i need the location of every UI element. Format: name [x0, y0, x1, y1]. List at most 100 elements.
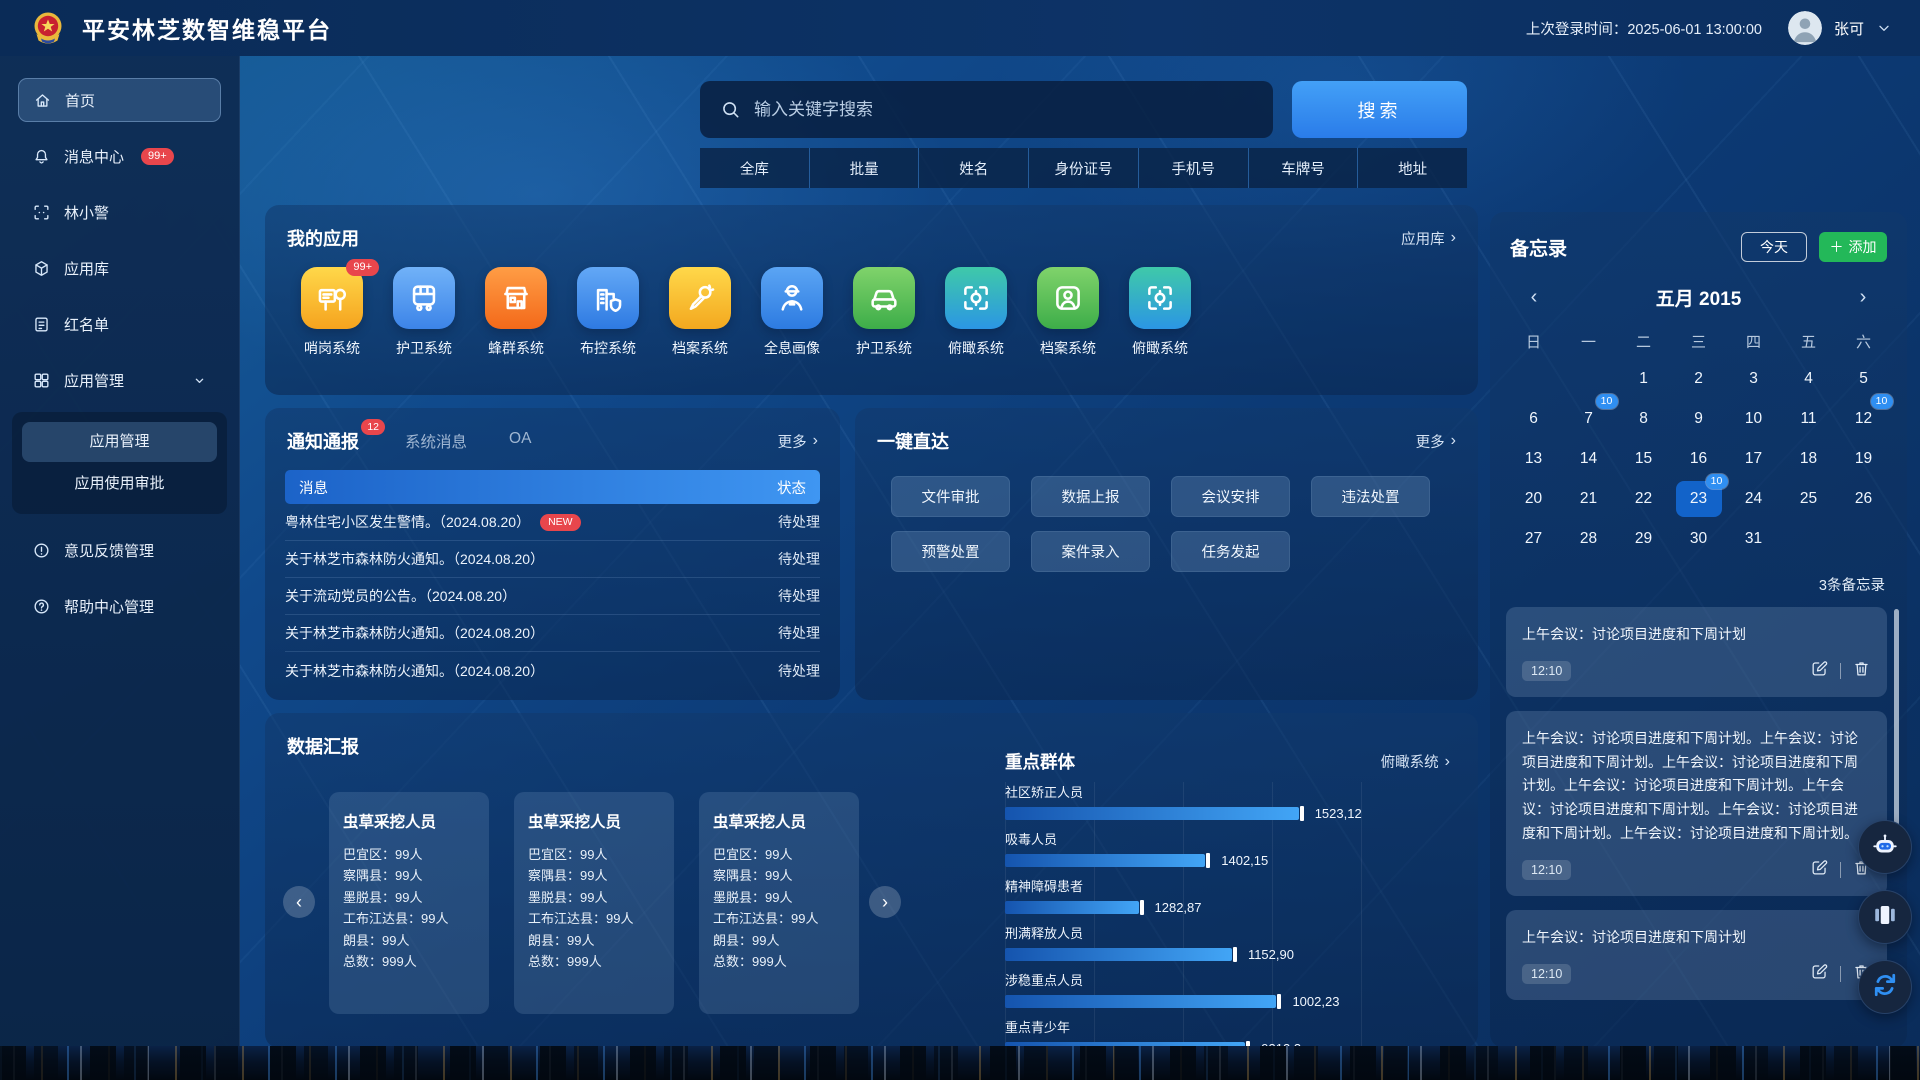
quick-button-4[interactable]: 预警处置 [891, 531, 1010, 572]
search-tab-5[interactable]: 车牌号 [1248, 148, 1358, 188]
sidebar-item-6[interactable]: 意见反馈管理 [18, 528, 221, 572]
edit-icon[interactable] [1810, 962, 1829, 986]
calendar-day-21[interactable]: 21 [1561, 480, 1616, 518]
sidebar-item-0[interactable]: 首页 [18, 78, 221, 122]
quick-button-5[interactable]: 案件录入 [1031, 531, 1150, 572]
sidebar-item-7[interactable]: 帮助中心管理 [18, 584, 221, 628]
sync-button[interactable] [1858, 960, 1912, 1014]
app-5[interactable]: 全息画像 [761, 267, 823, 358]
chevron-down-icon[interactable] [1876, 20, 1892, 36]
calendar-day-8[interactable]: 8 [1616, 400, 1671, 438]
carousel-next-button[interactable]: › [869, 886, 901, 918]
search-tab-3[interactable]: 身份证号 [1028, 148, 1138, 188]
calendar-day-13[interactable]: 13 [1506, 440, 1561, 478]
calendar-day-19[interactable]: 19 [1836, 440, 1891, 478]
calendar-day-24[interactable]: 24 [1726, 480, 1781, 518]
notices-more-link[interactable]: 更多 › [778, 431, 818, 452]
report-card-0[interactable]: 虫草采挖人员巴宜区：99人察隅县：99人墨脱县：99人工布江达县：99人朗县：9… [329, 792, 489, 1014]
calendar-day-18[interactable]: 18 [1781, 440, 1836, 478]
next-month-button[interactable]: › [1853, 286, 1873, 309]
calendar-day-30[interactable]: 30 [1671, 520, 1726, 558]
today-button[interactable]: 今天 [1741, 232, 1807, 262]
search-tab-6[interactable]: 地址 [1357, 148, 1467, 188]
calendar-day-20[interactable]: 20 [1506, 480, 1561, 518]
calendar-day-9[interactable]: 9 [1671, 400, 1726, 438]
calendar-day-11[interactable]: 11 [1781, 400, 1836, 438]
calendar-day-2[interactable]: 2 [1671, 360, 1726, 398]
username[interactable]: 张可 [1834, 18, 1864, 39]
quick-button-0[interactable]: 文件审批 [891, 476, 1010, 517]
notice-row-0[interactable]: 粤林住宅小区发生警情。（2024.08.20） NEW 待处理 [285, 504, 820, 541]
notice-text: 关于林芝市森林防火通知。（2024.08.20） [285, 661, 544, 681]
calendar-day-17[interactable]: 17 [1726, 440, 1781, 478]
quick-button-1[interactable]: 数据上报 [1031, 476, 1150, 517]
calendar-day-3[interactable]: 3 [1726, 360, 1781, 398]
notice-row-1[interactable]: 关于林芝市森林防火通知。（2024.08.20） 待处理 [285, 541, 820, 578]
tab-oa[interactable]: OA [509, 430, 531, 452]
tab-system-messages[interactable]: 系统消息 [405, 430, 467, 452]
app-1[interactable]: 护卫系统 [393, 267, 455, 358]
memo-scrollbar[interactable] [1894, 609, 1899, 852]
edit-icon[interactable] [1810, 858, 1829, 882]
search-input[interactable] [700, 81, 1273, 138]
calendar-day-7[interactable]: 7 10 [1561, 400, 1616, 438]
calendar-day-1[interactable]: 1 [1616, 360, 1671, 398]
search-tab-0[interactable]: 全库 [700, 148, 809, 188]
trash-icon[interactable] [1852, 659, 1871, 683]
report-card-2[interactable]: 虫草采挖人员巴宜区：99人察隅县：99人墨脱县：99人工布江达县：99人朗县：9… [699, 792, 859, 1014]
sidebar-item-1[interactable]: 消息中心 99+ [18, 134, 221, 178]
quick-button-2[interactable]: 会议安排 [1171, 476, 1290, 517]
app-6[interactable]: 护卫系统 [853, 267, 915, 358]
app-0[interactable]: 99+ 哨岗系统 [301, 267, 363, 358]
app-9[interactable]: 俯瞰系统 [1129, 267, 1191, 358]
calendar-day-14[interactable]: 14 [1561, 440, 1616, 478]
app-2[interactable]: 蜂群系统 [485, 267, 547, 358]
calendar-day-12[interactable]: 12 10 [1836, 400, 1891, 438]
app-3[interactable]: 布控系统 [577, 267, 639, 358]
calendar-day-22[interactable]: 22 [1616, 480, 1671, 518]
calendar-day-31[interactable]: 31 [1726, 520, 1781, 558]
sidebar-item-2[interactable]: 林小警 [18, 190, 221, 234]
sidebar-item-3[interactable]: 应用库 [18, 246, 221, 290]
calendar-day-27[interactable]: 27 [1506, 520, 1561, 558]
ai-robot-button[interactable] [1858, 820, 1912, 874]
quick-button-6[interactable]: 任务发起 [1171, 531, 1290, 572]
calendar-day-23[interactable]: 23 10 [1671, 480, 1726, 518]
app-4[interactable]: 档案系统 [669, 267, 731, 358]
app-7[interactable]: 俯瞰系统 [945, 267, 1007, 358]
notice-row-4[interactable]: 关于林芝市森林防火通知。（2024.08.20） 待处理 [285, 652, 820, 689]
calendar-day-26[interactable]: 26 [1836, 480, 1891, 518]
calendar-day-6[interactable]: 6 [1506, 400, 1561, 438]
search-button[interactable]: 搜索 [1292, 81, 1467, 138]
chart-row-2: 精神障碍患者 1282,87 [1005, 876, 1450, 914]
edit-icon[interactable] [1810, 659, 1829, 683]
sidebar-subitem-0[interactable]: 应用管理 [22, 422, 217, 462]
report-card-1[interactable]: 虫草采挖人员巴宜区：99人察隅县：99人墨脱县：99人工布江达县：99人朗县：9… [514, 792, 674, 1014]
add-memo-button[interactable]: ＋添加 [1819, 232, 1887, 262]
calendar-day-5[interactable]: 5 [1836, 360, 1891, 398]
quick-access-more-link[interactable]: 更多 › [1416, 431, 1456, 452]
panel-cards-button[interactable] [1858, 890, 1912, 944]
avatar[interactable] [1788, 11, 1822, 45]
overview-system-link[interactable]: 俯瞰系统 › [1381, 751, 1450, 772]
quick-button-3[interactable]: 违法处置 [1311, 476, 1430, 517]
notice-row-3[interactable]: 关于林芝市森林防火通知。（2024.08.20） 待处理 [285, 615, 820, 652]
calendar-day-4[interactable]: 4 [1781, 360, 1836, 398]
search-tab-2[interactable]: 姓名 [918, 148, 1028, 188]
app-8[interactable]: 档案系统 [1037, 267, 1099, 358]
calendar-day-29[interactable]: 29 [1616, 520, 1671, 558]
sidebar-subitem-1[interactable]: 应用使用审批 [22, 464, 217, 504]
calendar-day-16[interactable]: 16 [1671, 440, 1726, 478]
carousel-prev-button[interactable]: ‹ [283, 886, 315, 918]
notice-row-2[interactable]: 关于流动党员的公告。（2024.08.20） 待处理 [285, 578, 820, 615]
apps-library-link[interactable]: 应用库 › [1401, 228, 1456, 249]
calendar-day-10[interactable]: 10 [1726, 400, 1781, 438]
prev-month-button[interactable]: ‹ [1524, 286, 1544, 309]
sidebar-item-4[interactable]: 红名单 [18, 302, 221, 346]
search-tab-4[interactable]: 手机号 [1138, 148, 1248, 188]
calendar-day-28[interactable]: 28 [1561, 520, 1616, 558]
calendar-day-15[interactable]: 15 [1616, 440, 1671, 478]
calendar-day-25[interactable]: 25 [1781, 480, 1836, 518]
search-tab-1[interactable]: 批量 [809, 148, 919, 188]
sidebar-item-5[interactable]: 应用管理 [18, 358, 221, 402]
